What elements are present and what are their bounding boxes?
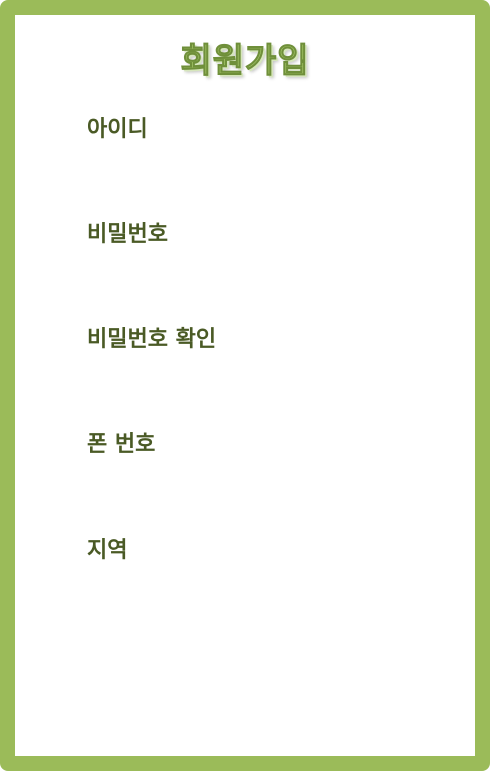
password-field-label: 비밀번호 [87, 222, 168, 247]
password-confirm-field-label: 비밀번호 확인 [87, 327, 217, 352]
region-field-label: 지역 [87, 538, 128, 563]
id-field-label: 아이디 [87, 117, 148, 142]
signup-frame: 회원가입 아이디 비밀번호 비밀번호 확인 폰 번호 지역 [0, 0, 490, 771]
phone-number-field-label: 폰 번호 [87, 432, 156, 457]
page-title: 회원가입 [180, 41, 310, 82]
signup-panel: 회원가입 아이디 비밀번호 비밀번호 확인 폰 번호 지역 [15, 15, 475, 756]
